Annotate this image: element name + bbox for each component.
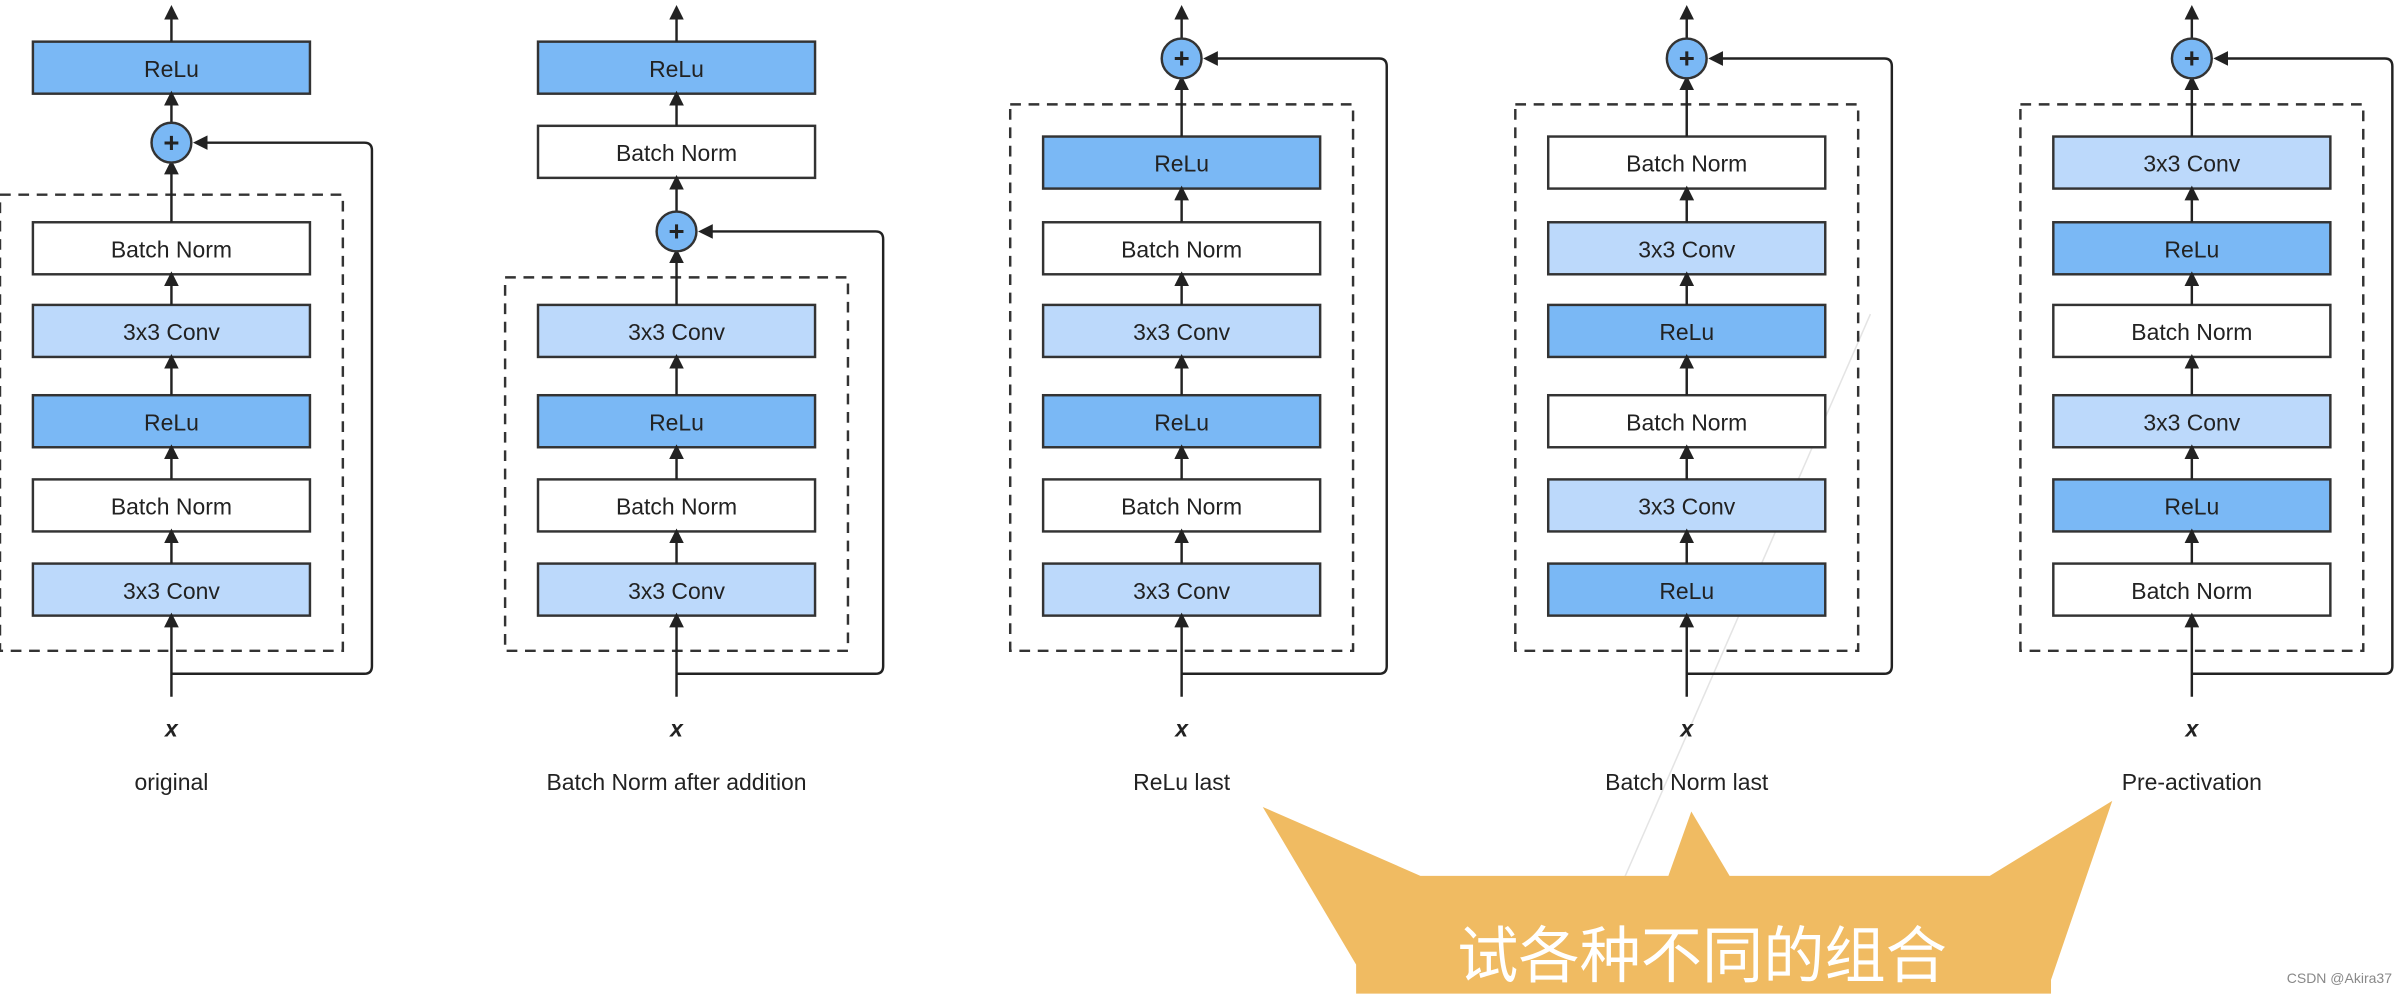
block-relu: ReLu bbox=[31, 393, 312, 449]
block-relu: ReLu bbox=[2052, 478, 2332, 533]
block-label: ReLu bbox=[649, 56, 704, 82]
block-conv: 3x3 Conv bbox=[2052, 393, 2332, 449]
block-label: Batch Norm bbox=[111, 236, 232, 262]
block-batch-norm: Batch Norm bbox=[536, 124, 817, 180]
addition-node: + bbox=[1160, 37, 1203, 80]
input-label: x bbox=[163, 716, 179, 742]
resnet-block-variants-diagram: Batch Norm3x3 ConvReLuBatch Norm3x3 Conv… bbox=[0, 5, 2394, 994]
block-relu: ReLu bbox=[1546, 303, 1827, 359]
block-label: 3x3 Conv bbox=[123, 578, 220, 604]
addition-node: + bbox=[1665, 37, 1708, 80]
block-label: 3x3 Conv bbox=[1133, 319, 1230, 345]
block-conv: 3x3 Conv bbox=[1546, 478, 1827, 533]
callout-text: 试各种不同的组合 bbox=[1457, 921, 1947, 992]
block-label: Batch Norm bbox=[1626, 409, 1747, 435]
block-relu: ReLu bbox=[2052, 221, 2332, 276]
block-label: 3x3 Conv bbox=[2143, 151, 2240, 177]
input-label: x bbox=[2183, 716, 2199, 742]
block-batch-norm: Batch Norm bbox=[536, 478, 817, 533]
variant-relu-last: ReLu Batch Norm 3x3 Conv ReLu Batch Norm 3x3 … bbox=[1008, 5, 1388, 795]
variant-caption: Batch Norm after addition bbox=[546, 769, 806, 795]
variant-batch-norm-after-addition: 3x3 Conv ReLu Batch Norm 3x3 Conv Batch Norm… bbox=[503, 5, 885, 795]
block-conv: 3x3 Conv bbox=[1041, 562, 1322, 617]
addition-node: + bbox=[655, 210, 698, 253]
block-relu: ReLu bbox=[1041, 135, 1322, 190]
block-relu: ReLu bbox=[31, 40, 312, 95]
block-label: Batch Norm bbox=[111, 494, 232, 520]
block-batch-norm: Batch Norm bbox=[1041, 478, 1322, 533]
input-label: x bbox=[668, 716, 684, 742]
block-label: Batch Norm bbox=[2131, 319, 2252, 345]
block-conv: 3x3 Conv bbox=[1546, 221, 1827, 276]
block-label: 3x3 Conv bbox=[2143, 409, 2240, 435]
block-batch-norm: Batch Norm bbox=[1546, 135, 1827, 190]
block-batch-norm: Batch Norm bbox=[31, 478, 312, 533]
variant-caption: Batch Norm last bbox=[1605, 769, 1769, 795]
block-label: 3x3 Conv bbox=[1638, 236, 1735, 262]
block-label: ReLu bbox=[2164, 494, 2219, 520]
block-label: Batch Norm bbox=[616, 140, 737, 166]
block-label: ReLu bbox=[1659, 319, 1714, 345]
block-conv: 3x3 Conv bbox=[2052, 135, 2332, 190]
variant-pre-activation: 3x3 Conv ReLu Batch Norm 3x3 Conv ReLu Batch … bbox=[2019, 5, 2394, 795]
variant-caption: Pre-activation bbox=[2122, 769, 2262, 795]
callout: 试各种不同的组合 bbox=[1262, 800, 2113, 994]
variant-caption: original bbox=[134, 769, 208, 795]
block-conv: 3x3 Conv bbox=[31, 303, 312, 359]
input-label: x bbox=[1173, 716, 1189, 742]
block-label: Batch Norm bbox=[1626, 151, 1747, 177]
block-batch-norm: Batch Norm bbox=[2052, 562, 2332, 617]
plus-icon: + bbox=[1679, 43, 1695, 74]
block-label: ReLu bbox=[649, 409, 704, 435]
block-label: Batch Norm bbox=[1121, 236, 1242, 262]
plus-icon: + bbox=[668, 216, 684, 247]
block-label: 3x3 Conv bbox=[1133, 578, 1230, 604]
block-label: 3x3 Conv bbox=[1638, 494, 1735, 520]
input-label: x bbox=[1678, 716, 1694, 742]
block-relu: ReLu bbox=[1041, 393, 1322, 449]
variant-batch-norm-last: Batch Norm 3x3 Conv ReLu Batch Norm 3x3 Conv… bbox=[1514, 5, 1894, 795]
block-label: 3x3 Conv bbox=[628, 578, 725, 604]
block-label: Batch Norm bbox=[2131, 578, 2252, 604]
addition-node: + bbox=[150, 121, 193, 164]
block-batch-norm: Batch Norm bbox=[31, 221, 312, 276]
block-relu: ReLu bbox=[1546, 562, 1827, 617]
plus-icon: + bbox=[163, 127, 179, 158]
plus-icon: + bbox=[2184, 43, 2200, 74]
block-label: 3x3 Conv bbox=[628, 319, 725, 345]
variant-caption: ReLu last bbox=[1133, 769, 1231, 795]
plus-icon: + bbox=[1174, 43, 1190, 74]
watermark: CSDN @Akira37 bbox=[2286, 970, 2392, 986]
block-conv: 3x3 Conv bbox=[536, 562, 817, 617]
block-label: ReLu bbox=[1659, 578, 1714, 604]
block-relu: ReLu bbox=[536, 40, 817, 95]
block-label: ReLu bbox=[2164, 236, 2219, 262]
block-label: ReLu bbox=[1154, 409, 1209, 435]
block-label: Batch Norm bbox=[616, 494, 737, 520]
block-batch-norm: Batch Norm bbox=[2052, 303, 2332, 359]
block-label: Batch Norm bbox=[1121, 494, 1242, 520]
block-relu: ReLu bbox=[536, 393, 817, 449]
block-label: ReLu bbox=[1154, 151, 1209, 177]
block-batch-norm: Batch Norm bbox=[1041, 221, 1322, 276]
block-label: ReLu bbox=[144, 56, 199, 82]
addition-node: + bbox=[2170, 37, 2213, 80]
block-conv: 3x3 Conv bbox=[1041, 303, 1322, 359]
block-label: ReLu bbox=[144, 409, 199, 435]
block-conv: 3x3 Conv bbox=[31, 562, 312, 617]
block-conv: 3x3 Conv bbox=[536, 303, 817, 359]
block-label: 3x3 Conv bbox=[123, 319, 220, 345]
variant-original: Batch Norm 3x3 Conv ReLu Batch Norm 3x3 Conv… bbox=[0, 5, 374, 795]
block-batch-norm: Batch Norm bbox=[1546, 393, 1827, 449]
